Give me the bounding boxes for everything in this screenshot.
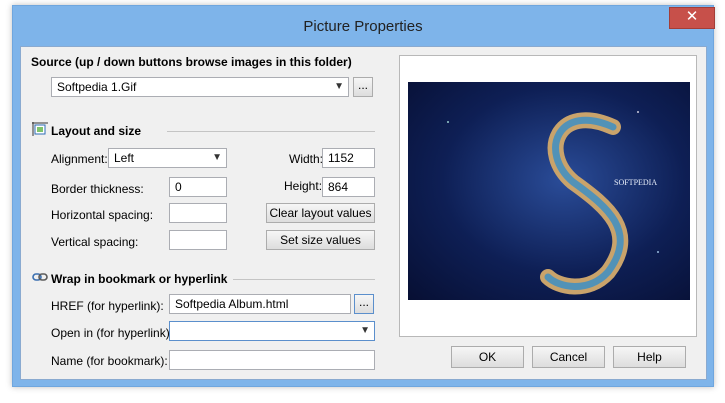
preview-logo-text: SOFTPEDIA <box>614 178 658 187</box>
help-button[interactable]: Help <box>613 346 686 368</box>
horizontal-spacing-input[interactable] <box>169 203 227 223</box>
alignment-select-value: Left <box>114 151 135 165</box>
clear-layout-button[interactable]: Clear layout values <box>266 203 375 223</box>
chevron-down-icon: ▼ <box>212 152 222 163</box>
href-browse-button[interactable]: ... <box>354 294 374 314</box>
dialog-client-area: Source (up / down buttons browse images … <box>20 46 707 380</box>
layout-size-icon <box>32 122 48 136</box>
height-input[interactable]: 864 <box>322 177 375 197</box>
alignment-select[interactable]: Left ▼ <box>108 148 227 168</box>
link-divider <box>233 279 375 280</box>
layout-divider <box>167 131 375 132</box>
source-browse-button[interactable]: ... <box>353 77 373 97</box>
href-label: HREF (for hyperlink): <box>51 299 164 313</box>
width-input[interactable]: 1152 <box>322 148 375 168</box>
bookmark-name-input[interactable] <box>169 350 375 370</box>
height-label: Height: <box>284 179 323 193</box>
chain-link-icon <box>32 270 48 284</box>
horizontal-spacing-label: Horizontal spacing: <box>51 208 154 222</box>
cancel-button[interactable]: Cancel <box>532 346 605 368</box>
source-heading: Source (up / down buttons browse images … <box>31 55 352 69</box>
preview-image: SOFTPEDIA <box>408 82 690 300</box>
vertical-spacing-input[interactable] <box>169 230 227 250</box>
source-select-value: Softpedia 1.Gif <box>57 80 137 94</box>
width-label: Width: <box>289 152 324 166</box>
ok-button[interactable]: OK <box>451 346 524 368</box>
layout-heading: Layout and size <box>51 124 142 138</box>
vertical-spacing-label: Vertical spacing: <box>51 235 139 249</box>
border-thickness-label: Border thickness: <box>51 182 144 196</box>
window-title: Picture Properties <box>303 18 423 35</box>
dialog-window: Picture Properties ✕ Source (up / down b… <box>12 5 715 387</box>
chevron-down-icon: ▼ <box>334 81 344 92</box>
close-button[interactable]: ✕ <box>669 7 715 29</box>
href-input[interactable]: Softpedia Album.html <box>169 294 351 314</box>
chevron-down-icon: ▼ <box>360 325 370 336</box>
image-preview-panel: SOFTPEDIA <box>399 55 697 337</box>
bookmark-name-label: Name (for bookmark): <box>51 354 168 368</box>
link-heading: Wrap in bookmark or hyperlink <box>51 272 228 286</box>
alignment-label: Alignment: <box>51 152 108 166</box>
open-in-select[interactable]: ▼ <box>169 321 375 341</box>
source-select[interactable]: Softpedia 1.Gif ▼ <box>51 77 349 97</box>
border-thickness-input[interactable]: 0 <box>169 177 227 197</box>
open-in-label: Open in (for hyperlink): <box>51 326 174 340</box>
set-size-button[interactable]: Set size values <box>266 230 375 250</box>
